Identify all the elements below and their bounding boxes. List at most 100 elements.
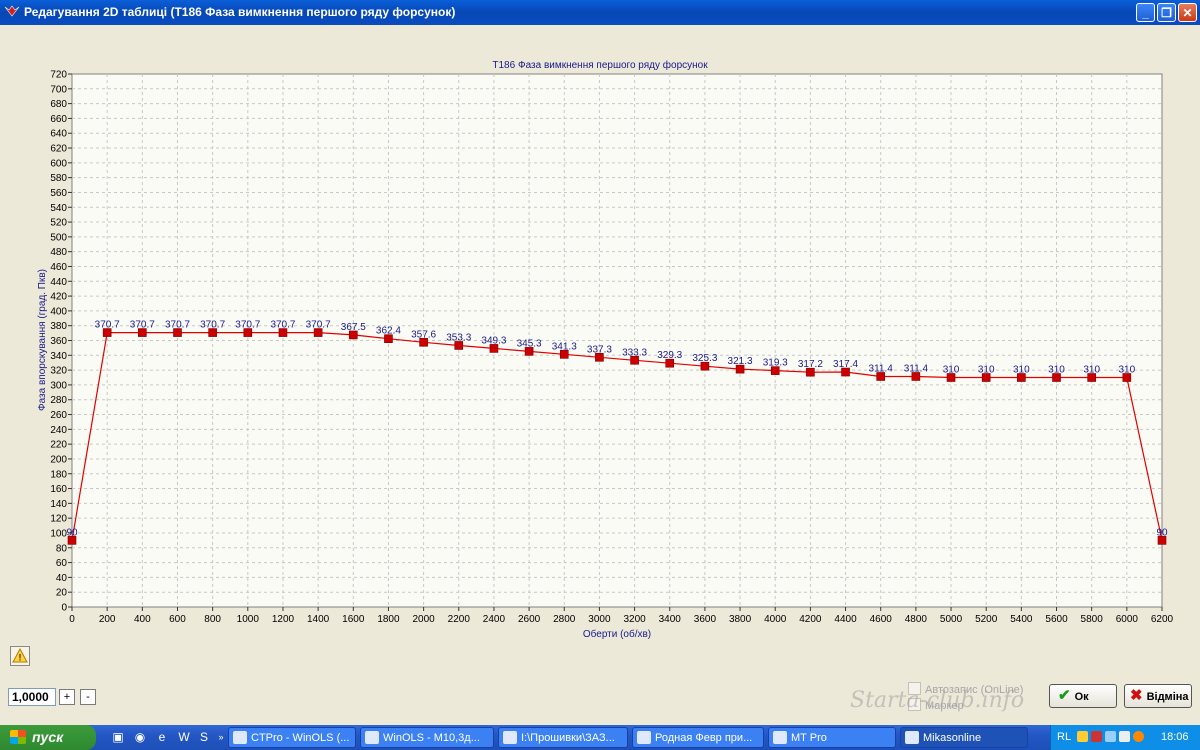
x-tick-label: 2600 (518, 614, 541, 625)
data-label: 349.3 (481, 335, 506, 346)
task-image[interactable]: Родная Февр при... (632, 727, 764, 748)
task-label: Mikasonline (923, 732, 982, 744)
y-tick-label: 480 (50, 247, 67, 258)
data-label: 367.5 (341, 322, 366, 333)
data-label: 310 (1118, 365, 1135, 376)
x-tick-label: 4800 (905, 614, 928, 625)
step-input[interactable] (8, 688, 56, 706)
more-quicklaunch-icon[interactable]: » (213, 729, 229, 745)
x-tick-label: 4400 (834, 614, 857, 625)
y-tick-label: 720 (50, 70, 67, 81)
restore-button[interactable]: ❐ (1157, 3, 1176, 22)
x-tick-label: 2800 (553, 614, 576, 625)
x-tick-label: 4000 (764, 614, 787, 625)
chart-tool-button[interactable]: ! (10, 646, 30, 666)
warning-icon: ! (12, 647, 28, 663)
chart-svg[interactable]: 0 20 40 60 80 100 120 140 160 180 200 220 240 260 280 3… (0, 25, 1200, 640)
y-tick-label: 380 (50, 321, 67, 332)
browser-icon[interactable]: ◉ (132, 729, 148, 745)
ok-button[interactable]: ✔ Ок (1049, 684, 1117, 708)
y-tick-label: 420 (50, 292, 67, 303)
x-tick-label: 3800 (729, 614, 752, 625)
task-winols[interactable]: WinOLS - M10,3д... (360, 727, 494, 748)
task-mikasonline[interactable]: Mikasonline (900, 727, 1028, 748)
decrement-button[interactable]: - (80, 689, 96, 705)
x-tick-label: 5400 (1010, 614, 1033, 625)
x-tick-label: 4200 (799, 614, 822, 625)
folder-icon[interactable]: ▣ (110, 729, 126, 745)
data-label: 329.3 (657, 350, 682, 361)
close-button[interactable]: ✕ (1178, 3, 1197, 22)
skype-icon[interactable]: S (196, 729, 212, 745)
data-label: 310 (943, 365, 960, 376)
x-tick-label: 800 (204, 614, 221, 625)
task-icon (773, 731, 787, 744)
x-axis-ticks: 0 200 400 600 800 1000 1200 1400 1600 1800 2000 220… (69, 607, 1174, 625)
start-button[interactable]: пуск (0, 725, 96, 750)
y-tick-label: 540 (50, 203, 67, 214)
cross-icon: ✖ (1130, 687, 1143, 704)
x-tick-label: 6200 (1151, 614, 1174, 625)
data-label: 321.3 (728, 356, 753, 367)
task-icon (905, 731, 919, 744)
x-tick-label: 1400 (307, 614, 330, 625)
x-tick-label: 2200 (448, 614, 471, 625)
x-tick-label: 1800 (377, 614, 400, 625)
window-titlebar[interactable]: Редагування 2D таблиці (T186 Фаза вимкне… (0, 0, 1200, 25)
y-tick-label: 500 (50, 232, 67, 243)
data-label: 311.4 (869, 363, 894, 374)
volume-icon[interactable] (1119, 731, 1130, 742)
y-tick-label: 400 (50, 306, 67, 317)
tray-icon[interactable] (1091, 731, 1102, 742)
minimize-button[interactable]: _ (1136, 3, 1155, 22)
y-tick-label: 120 (50, 514, 67, 525)
x-tick-label: 2400 (483, 614, 506, 625)
data-label: 310 (1048, 365, 1065, 376)
x-tick-label: 600 (169, 614, 186, 625)
y-tick-label: 600 (50, 158, 67, 169)
task-mtpro[interactable]: MT Pro (768, 727, 896, 748)
svg-text:!: ! (19, 653, 22, 663)
y-tick-label: 700 (50, 84, 67, 95)
chart-title: T186 Фаза вимкнення першого ряду форсуно… (492, 59, 708, 71)
task-icon (365, 731, 379, 744)
tray-icon[interactable] (1077, 731, 1088, 742)
x-tick-label: 4600 (870, 614, 893, 625)
y-tick-label: 280 (50, 395, 67, 406)
language-indicator[interactable]: RL (1057, 731, 1071, 743)
clock: 18:06 (1161, 731, 1189, 743)
task-ctpro[interactable]: CTPro - WinOLS (... (228, 727, 356, 748)
task-label: Родная Февр при... (655, 732, 753, 744)
y-tick-label: 440 (50, 277, 67, 288)
cancel-button[interactable]: ✖ Відміна (1124, 684, 1192, 708)
task-explorer[interactable]: I:\Прошивки\ЗАЗ... (498, 727, 628, 748)
watermark: Starta-club.info (850, 688, 1025, 713)
chart-panel: 0 20 40 60 80 100 120 140 160 180 200 220 240 260 280 3… (0, 25, 1200, 640)
data-label: 370.7 (270, 320, 295, 331)
data-label: 317.4 (833, 359, 858, 370)
cancel-label: Відміна (1146, 691, 1189, 703)
x-tick-label: 3000 (588, 614, 611, 625)
system-tray: RL 18:06 (1050, 725, 1200, 750)
ie-icon[interactable]: e (154, 729, 170, 745)
y-tick-label: 260 (50, 410, 67, 421)
y-tick-label: 80 (56, 543, 68, 554)
data-label: 370.7 (95, 320, 120, 331)
network-icon[interactable] (1105, 731, 1116, 742)
y-tick-label: 660 (50, 114, 67, 125)
y-tick-label: 200 (50, 454, 67, 465)
y-tick-label: 580 (50, 173, 67, 184)
task-label: CTPro - WinOLS (... (251, 732, 350, 744)
y-tick-label: 360 (50, 336, 67, 347)
x-tick-label: 200 (99, 614, 116, 625)
word-icon[interactable]: W (176, 729, 192, 745)
y-tick-label: 160 (50, 484, 67, 495)
data-label: 370.7 (235, 320, 260, 331)
app-icon (4, 5, 20, 17)
x-tick-label: 1200 (272, 614, 295, 625)
y-tick-label: 20 (56, 588, 68, 599)
alert-icon[interactable] (1133, 731, 1144, 742)
bottom-controls: ! + - Автозапис (OnLine) Маркер Starta-c… (0, 640, 1200, 725)
increment-button[interactable]: + (59, 689, 75, 705)
data-label: 370.7 (165, 320, 190, 331)
